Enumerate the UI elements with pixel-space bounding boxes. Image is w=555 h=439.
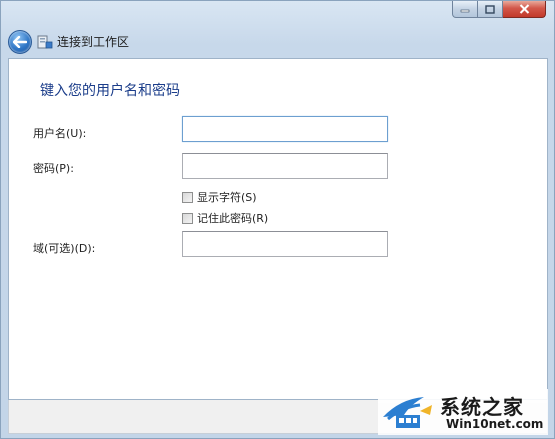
watermark-brand: 系统之家 (440, 395, 524, 419)
minimize-button[interactable] (452, 1, 478, 18)
remember-password-option[interactable]: 记住此密码(R) (182, 210, 268, 226)
house-logo-icon (383, 397, 432, 428)
close-icon (519, 4, 529, 14)
content-panel: 键入您的用户名和密码 用户名(U): 密码(P): 显示字符(S) 记住此密码(… (8, 58, 548, 400)
remember-password-label: 记住此密码(R) (197, 212, 269, 225)
maximize-icon (485, 4, 495, 14)
back-button[interactable] (8, 30, 32, 54)
back-arrow-icon (13, 36, 27, 48)
show-characters-label: 显示字符(S) (197, 191, 257, 204)
show-characters-option[interactable]: 显示字符(S) (182, 189, 257, 205)
show-characters-checkbox[interactable] (182, 191, 193, 203)
password-label: 密码(P): (33, 162, 74, 175)
minimize-icon (460, 9, 470, 13)
domain-field[interactable] (182, 231, 388, 257)
password-field[interactable] (182, 153, 388, 179)
username-field[interactable] (182, 116, 388, 142)
close-button[interactable] (503, 1, 546, 18)
watermark-site: Win10net.com (446, 417, 544, 431)
page-heading: 键入您的用户名和密码 (40, 83, 180, 99)
username-label: 用户名(U): (33, 127, 87, 140)
watermark: 系统之家 Win10net.com (378, 389, 548, 435)
domain-label: 域(可选)(D): (33, 242, 96, 255)
maximize-button[interactable] (478, 1, 503, 18)
workplace-connection-icon (37, 35, 53, 49)
navigation-bar: 连接到工作区 (1, 26, 555, 58)
window-frame: 连接到工作区 键入您的用户名和密码 用户名(U): 密码(P): 显示字符(S)… (0, 0, 555, 439)
window-title: 连接到工作区 (57, 35, 130, 49)
remember-password-checkbox[interactable] (182, 212, 193, 224)
window-controls (452, 1, 546, 18)
